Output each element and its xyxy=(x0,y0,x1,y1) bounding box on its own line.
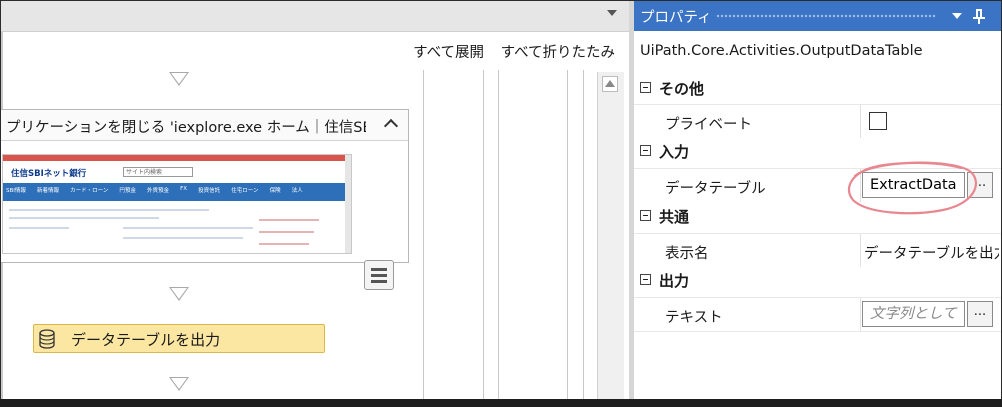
properties-title-bar: プロパティ xyxy=(634,1,1001,31)
drag-grip[interactable] xyxy=(716,14,936,19)
column-line xyxy=(498,70,499,406)
section-label: 共通 xyxy=(659,208,690,226)
property-name: データテーブル xyxy=(665,181,766,197)
thumbnail-scrollbar xyxy=(345,155,351,253)
column-line xyxy=(483,70,484,406)
section-output: 出力 xyxy=(634,267,1001,295)
section-label: その他 xyxy=(659,80,705,98)
thumb-line xyxy=(259,231,314,233)
section-toggle-icon[interactable] xyxy=(640,274,651,285)
activity-class-name: UiPath.Core.Activities.OutputDataTable xyxy=(640,43,923,59)
text-browse-button[interactable]: ... xyxy=(967,301,993,327)
activity-title: プリケーションを閉じる 'iexplore.exe ホーム｜住信SBI xyxy=(6,120,366,136)
bank-logo: 住信SBIネット銀行 xyxy=(11,169,87,179)
activity-header: プリケーションを閉じる 'iexplore.exe ホーム｜住信SBI xyxy=(1,110,408,141)
column-line xyxy=(583,70,584,406)
column-divider xyxy=(860,169,861,202)
workflow-designer: すべて展開 すべて折りたたみ プリケーションを閉じる 'iexplore.exe… xyxy=(1,1,629,406)
thumbnail-top-bar xyxy=(3,155,351,161)
scroll-up-button[interactable] xyxy=(602,76,618,92)
vertical-scrollbar[interactable] xyxy=(597,72,624,406)
property-row-end xyxy=(634,331,1001,333)
hamburger-menu-icon[interactable] xyxy=(364,260,394,290)
column-line xyxy=(423,70,424,406)
thumb-nav-item: FX xyxy=(180,186,188,192)
thumb-line xyxy=(9,217,159,219)
collapse-all-link[interactable]: すべて折りたたみ xyxy=(501,45,615,61)
pin-icon[interactable] xyxy=(973,8,987,24)
datatable-browse-button[interactable]: ... xyxy=(967,172,993,198)
section-common: 共通 xyxy=(634,203,1001,231)
output-data-table-activity[interactable]: データテーブルを出力 xyxy=(33,324,325,353)
expand-collapse-bar: すべて展開 すべて折りたたみ xyxy=(401,41,615,62)
thumb-nav-item: SBI情報 xyxy=(6,188,26,194)
thumb-line xyxy=(9,209,209,211)
bottom-edge xyxy=(0,399,1002,407)
flow-arrow-icon xyxy=(169,377,189,391)
section-misc: その他 xyxy=(634,75,1001,103)
property-name: 表示名 xyxy=(665,246,709,262)
thumb-nav-item: カード・ローン xyxy=(70,188,109,194)
collapse-icon[interactable] xyxy=(382,115,400,133)
thumbnail-search-box: サイト内検索 xyxy=(123,167,193,177)
section-toggle-icon[interactable] xyxy=(640,82,651,93)
expand-all-link[interactable]: すべて展開 xyxy=(413,45,484,61)
flow-arrow-icon xyxy=(169,72,189,86)
browser-screenshot-thumbnail: 住信SBIネット銀行 サイト内検索 SBI情報 新着情報 カード・ローン 円預金… xyxy=(2,154,352,254)
designer-top-bar xyxy=(1,1,629,32)
property-row-text: テキスト 文字列として ... xyxy=(634,297,1001,331)
thumbnail-nav-bar: SBI情報 新着情報 カード・ローン 円預金 外貨預金 FX 投資信託 住宅ロー… xyxy=(3,183,351,201)
property-row-private: プライベート xyxy=(634,104,1001,138)
thumb-nav-item: 新着情報 xyxy=(36,188,59,194)
property-row-displayname: 表示名 データテーブルを出力 xyxy=(634,233,1001,267)
thumb-nav-item: 外貨預金 xyxy=(147,188,170,194)
column-divider xyxy=(860,298,861,331)
column-divider xyxy=(860,234,861,267)
section-toggle-icon[interactable] xyxy=(640,145,651,156)
text-output-input[interactable]: 文字列として xyxy=(862,301,965,327)
datatable-input[interactable]: ExtractData xyxy=(862,172,965,198)
section-toggle-icon[interactable] xyxy=(640,210,651,221)
dropdown-icon[interactable] xyxy=(952,13,962,19)
thumb-line xyxy=(9,227,69,229)
section-label: 出力 xyxy=(659,272,690,290)
thumbnail-content xyxy=(3,205,351,253)
section-input: 入力 xyxy=(634,138,1001,166)
window-frame: すべて展開 すべて折りたたみ プリケーションを閉じる 'iexplore.exe… xyxy=(0,0,1002,407)
section-label: 入力 xyxy=(659,143,690,161)
dropdown-icon[interactable] xyxy=(607,10,617,16)
thumb-nav-item: 投資信託 xyxy=(198,188,221,194)
property-name: テキスト xyxy=(665,310,723,326)
close-application-activity[interactable]: プリケーションを閉じる 'iexplore.exe ホーム｜住信SBI 住信SB… xyxy=(1,109,409,290)
scroll-up-icon xyxy=(605,80,615,87)
column-line xyxy=(567,70,568,406)
thumb-line xyxy=(123,227,253,229)
thumb-nav-item: 円預金 xyxy=(119,188,136,194)
database-icon xyxy=(39,329,55,349)
activity-label: データテーブルを出力 xyxy=(71,331,221,349)
thumb-line xyxy=(259,219,319,221)
panel-title: プロパティ xyxy=(640,10,712,26)
property-name: プライベート xyxy=(665,117,752,133)
thumb-nav-item: 住宅ローン xyxy=(231,188,259,194)
displayname-value[interactable]: データテーブルを出力 xyxy=(864,242,999,263)
thumb-nav-item: 法人 xyxy=(291,188,303,194)
thumb-nav-item: 保険 xyxy=(269,188,281,194)
thumb-line xyxy=(259,243,309,245)
thumb-line xyxy=(123,237,243,239)
flow-arrow-icon xyxy=(169,287,189,301)
private-checkbox[interactable] xyxy=(869,112,887,130)
column-divider xyxy=(860,105,861,138)
property-row-datatable: データテーブル ExtractData ... xyxy=(634,168,1001,202)
properties-panel: プロパティ UiPath.Core.Activities.OutputDataT… xyxy=(634,1,1001,406)
